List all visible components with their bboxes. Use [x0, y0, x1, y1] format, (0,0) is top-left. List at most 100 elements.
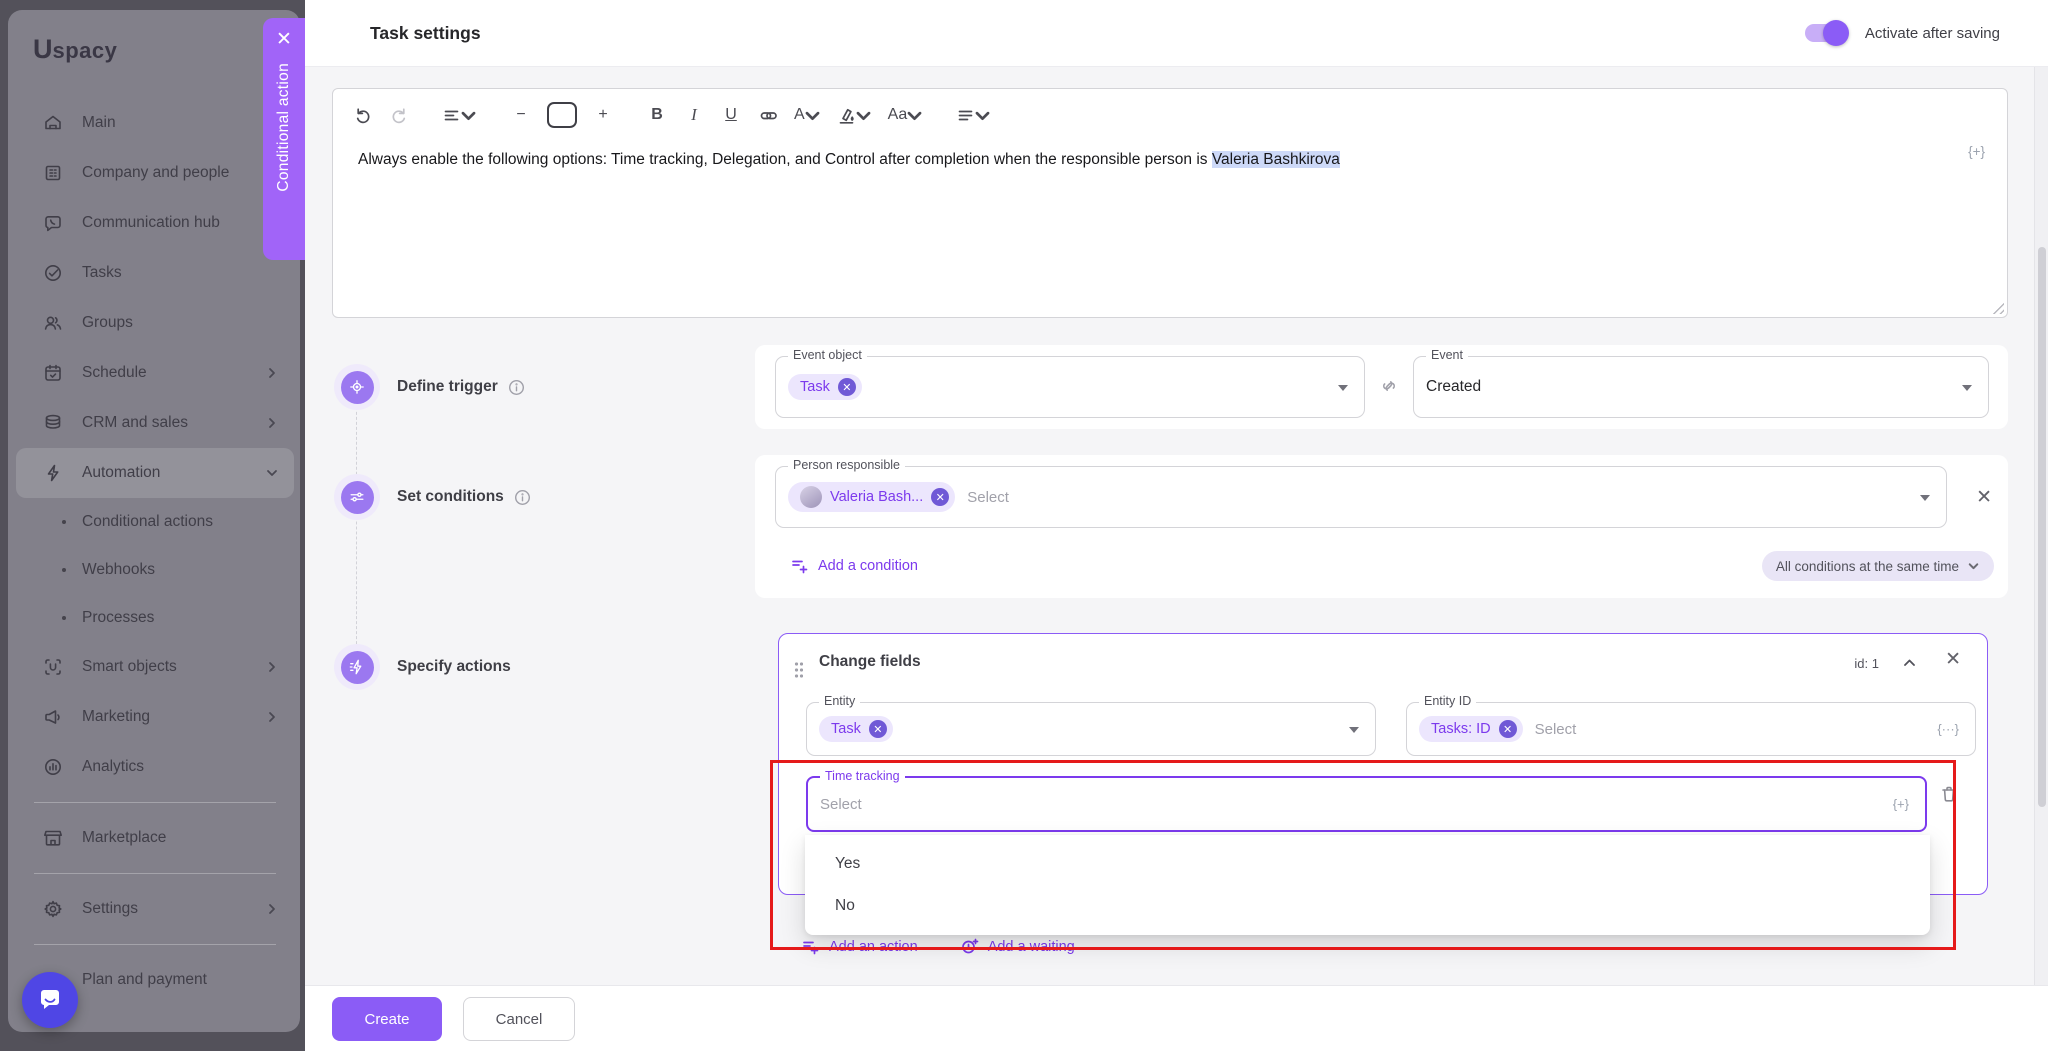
align-button[interactable]	[952, 100, 996, 130]
time-tracking-dropdown: Yes No	[805, 835, 1930, 935]
step-connector	[356, 387, 357, 669]
activate-after-saving-toggle[interactable]	[1805, 24, 1847, 42]
sidebar-divider	[34, 873, 276, 874]
italic-button[interactable]: I	[679, 100, 709, 130]
remove-chip-icon[interactable]: ✕	[869, 720, 887, 738]
entity-chip[interactable]: Task✕	[819, 716, 893, 742]
editor-text[interactable]: Always enable the following options: Tim…	[358, 151, 1947, 169]
entity-id-chip[interactable]: Tasks: ID✕	[1419, 716, 1523, 742]
bold-button[interactable]: B	[642, 100, 672, 130]
chevron-right-icon	[266, 711, 278, 723]
chevron-right-icon	[266, 903, 278, 915]
remove-chip-icon[interactable]: ✕	[931, 488, 949, 506]
sidebar-item-automation[interactable]: Automation	[16, 448, 294, 498]
insert-variable-button[interactable]: {+}	[1968, 144, 1985, 159]
event-object-select[interactable]: Event object Task✕	[775, 356, 1365, 418]
conditional-action-tab-label: Conditional action	[275, 63, 293, 192]
redo-button[interactable]	[384, 100, 414, 130]
collapse-icon[interactable]	[1902, 655, 1917, 670]
drag-handle[interactable]	[794, 661, 803, 678]
cancel-button[interactable]: Cancel	[463, 997, 575, 1041]
insert-link-button[interactable]	[753, 100, 783, 130]
sidebar-item-tasks[interactable]: Tasks	[16, 248, 294, 298]
support-chat-button[interactable]	[22, 972, 78, 1028]
entity-select[interactable]: Entity Task✕	[806, 702, 1376, 756]
dropdown-caret-icon[interactable]	[1962, 385, 1972, 391]
home-icon	[42, 112, 64, 134]
sidebar-item-settings[interactable]: Settings	[16, 884, 294, 934]
bullet-icon	[62, 616, 66, 620]
remove-action-icon[interactable]: ✕	[1945, 650, 1961, 669]
panel-content: − + B I U A Aa Always enable the followi…	[305, 67, 2048, 985]
insert-variable-button[interactable]: {+}	[1893, 797, 1909, 812]
toggle-knob	[1823, 20, 1849, 46]
trash-icon[interactable]	[1939, 784, 1959, 804]
time-tracking-select[interactable]: Time tracking Select {+}	[806, 776, 1927, 832]
sidebar-item-smart-objects[interactable]: Smart objects	[16, 642, 294, 692]
create-button[interactable]: Create	[332, 997, 442, 1041]
close-icon[interactable]: ✕	[276, 30, 292, 49]
sidebar-item-crm-and-sales[interactable]: CRM and sales	[16, 398, 294, 448]
underline-button[interactable]: U	[716, 100, 746, 130]
scrollbar-thumb[interactable]	[2038, 247, 2046, 807]
sidebar-item-schedule[interactable]: Schedule	[16, 348, 294, 398]
font-size-box[interactable]	[543, 100, 581, 130]
chevron-down-icon	[905, 106, 924, 125]
info-icon[interactable]	[508, 379, 525, 396]
braces-token-button[interactable]: {···}	[1937, 722, 1959, 737]
define-trigger-label: Define trigger	[397, 378, 525, 396]
increase-font-size-button[interactable]: +	[588, 100, 618, 130]
dropdown-caret-icon[interactable]	[1338, 385, 1348, 391]
app: Uspacy Main Company and people Communica…	[0, 0, 2048, 1051]
event-select[interactable]: Event Created	[1413, 356, 1989, 418]
bolt-lines-icon	[347, 657, 367, 677]
sidebar-item-webhooks[interactable]: Webhooks	[16, 546, 294, 594]
paragraph-style-button[interactable]	[438, 100, 482, 130]
conditions-mode-select[interactable]: All conditions at the same time	[1762, 551, 1994, 581]
sidebar-item-main[interactable]: Main	[16, 98, 294, 148]
conditional-action-tab[interactable]: ✕ Conditional action	[263, 18, 305, 260]
person-chip[interactable]: Valeria Bash...✕	[788, 482, 955, 512]
decrease-font-size-button[interactable]: −	[506, 100, 536, 130]
add-waiting-link[interactable]: Add a waiting	[960, 937, 1075, 956]
sidebar-item-company-and-people[interactable]: Company and people	[16, 148, 294, 198]
highlighted-text: Valeria Bashkirova	[1212, 151, 1340, 168]
check-circle-icon	[42, 262, 64, 284]
set-conditions-label: Set conditions	[397, 488, 531, 506]
sidebar-item-marketplace[interactable]: Marketplace	[16, 813, 294, 863]
remove-chip-icon[interactable]: ✕	[1499, 720, 1517, 738]
dropdown-caret-icon[interactable]	[1920, 495, 1930, 501]
highlight-color-button[interactable]	[833, 100, 877, 130]
entity-id-select[interactable]: Entity ID Tasks: ID✕ Select {···}	[1406, 702, 1976, 756]
sidebar-item-marketing[interactable]: Marketing	[16, 692, 294, 742]
info-icon[interactable]	[514, 489, 531, 506]
editor-toolbar: − + B I U A Aa	[333, 89, 2007, 141]
add-condition-link[interactable]: Add a condition	[790, 556, 918, 575]
chat-icon	[36, 986, 64, 1014]
select-placeholder: Select	[820, 796, 862, 813]
sidebar-item-analytics[interactable]: Analytics	[16, 742, 294, 792]
dropdown-caret-icon[interactable]	[1349, 727, 1359, 733]
event-object-chip[interactable]: Task✕	[788, 374, 862, 400]
megaphone-icon	[42, 706, 64, 728]
remove-chip-icon[interactable]: ✕	[838, 378, 856, 396]
sidebar-item-communication-hub[interactable]: Communication hub	[16, 198, 294, 248]
company-icon	[42, 162, 64, 184]
text-color-button[interactable]: A	[790, 100, 826, 130]
add-action-link[interactable]: Add an action	[801, 937, 918, 956]
editor-resize-handle[interactable]	[1992, 302, 2004, 314]
undo-button[interactable]	[347, 100, 377, 130]
panel-footer: Create Cancel	[305, 985, 2048, 1051]
person-responsible-select[interactable]: Person responsible Valeria Bash...✕ Sele…	[775, 466, 1947, 528]
dropdown-option-yes[interactable]: Yes	[805, 843, 1930, 885]
chevron-down-icon	[803, 106, 822, 125]
description-editor[interactable]: − + B I U A Aa Always enable the followi…	[332, 88, 2008, 318]
remove-condition-icon[interactable]: ✕	[1976, 488, 1992, 507]
clock-plus-icon	[960, 937, 979, 956]
font-case-button[interactable]: Aa	[884, 100, 929, 130]
sidebar-item-processes[interactable]: Processes	[16, 594, 294, 642]
sidebar-item-groups[interactable]: Groups	[16, 298, 294, 348]
sidebar-item-conditional-actions[interactable]: Conditional actions	[16, 498, 294, 546]
dropdown-option-no[interactable]: No	[805, 885, 1930, 927]
scrollbar[interactable]	[2034, 67, 2048, 985]
